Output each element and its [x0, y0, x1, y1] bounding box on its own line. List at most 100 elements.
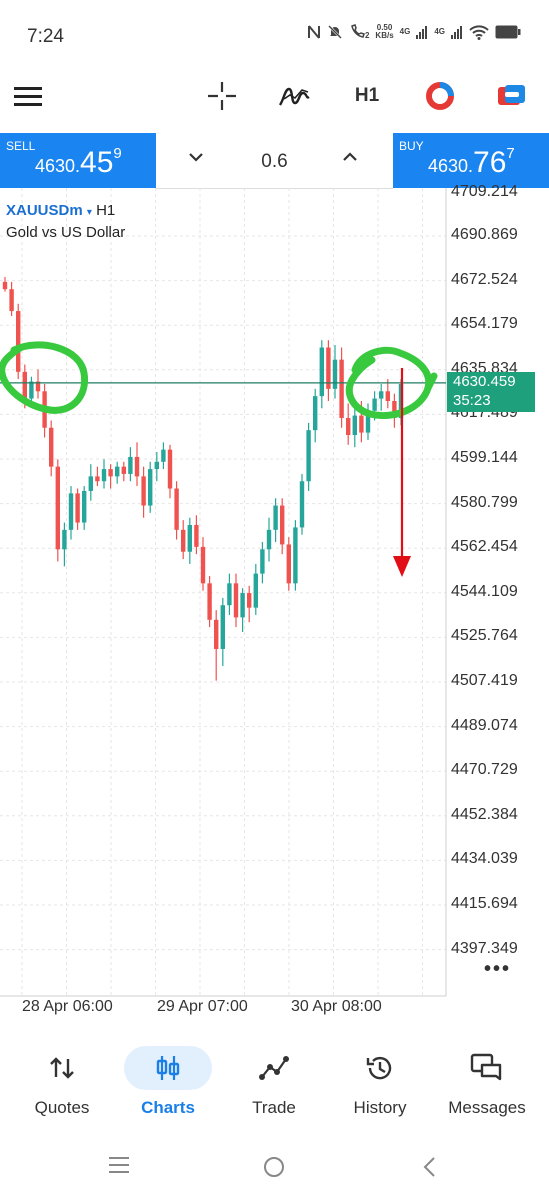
candle-body	[88, 476, 93, 491]
candle-body	[273, 505, 278, 530]
bar-countdown: 35:23	[453, 392, 491, 409]
trend-line-icon	[259, 1056, 289, 1080]
buy-button[interactable]: BUY 4630.767	[393, 133, 549, 188]
history-clock-icon	[366, 1056, 392, 1080]
status-time: 7:24	[27, 26, 64, 47]
quotes-arrows-icon	[50, 1057, 74, 1079]
candle-body	[134, 456, 140, 477]
sell-price: 4630.459	[35, 145, 122, 180]
candle-body	[332, 359, 338, 389]
nav-quotes[interactable]: Quotes	[7, 1040, 117, 1125]
candle-body	[75, 493, 80, 523]
candle-body	[108, 469, 113, 477]
chart-toolbar: H1	[0, 70, 549, 132]
candle-body	[174, 488, 179, 530]
candle-body	[101, 469, 107, 482]
crosshair-button[interactable]	[200, 70, 244, 122]
sim2-label: 4G	[434, 27, 445, 36]
candle-body	[200, 546, 206, 584]
nav-charts[interactable]: Charts	[113, 1040, 223, 1125]
candle-body	[167, 449, 173, 489]
price-axis-label: 4672.524	[451, 270, 518, 288]
chart-area[interactable]: XAUUSDm ▾ H1 Gold vs US Dollar 4709.214 …	[0, 183, 549, 1020]
crosshair-icon	[208, 82, 236, 110]
account-button[interactable]	[418, 70, 462, 122]
increase-lot-button[interactable]	[342, 147, 358, 168]
price-axis-label: 4507.419	[451, 672, 518, 689]
call-icon: 2	[349, 24, 369, 40]
menu-button[interactable]	[8, 70, 48, 122]
nav-label: Messages	[448, 1098, 526, 1117]
candle-body	[247, 593, 252, 608]
time-axis-label: 30 Apr 08:00	[291, 998, 382, 1015]
sim1-label: 4G	[399, 27, 411, 36]
candle-body	[121, 466, 126, 474]
indicators-button[interactable]	[272, 70, 316, 122]
buy-price-main: 4630.	[428, 156, 474, 176]
bottom-nav: Quotes Charts Trade History Messages	[0, 1040, 549, 1125]
candle-body	[359, 415, 364, 433]
candle-body	[154, 461, 159, 470]
candle-body	[49, 427, 54, 467]
candle-body	[220, 605, 225, 649]
symbol-header[interactable]: XAUUSDm ▾ H1	[6, 202, 115, 219]
buy-label: BUY	[399, 139, 424, 153]
candle-body	[286, 544, 291, 584]
wifi-icon	[469, 25, 489, 40]
nav-label: Quotes	[34, 1098, 90, 1117]
nav-trade[interactable]: Trade	[219, 1040, 329, 1125]
candle-body	[306, 430, 311, 482]
sell-label: SELL	[6, 139, 36, 153]
price-axis-label: 4489.074	[451, 716, 518, 734]
price-axis-label: 4397.349	[451, 939, 518, 957]
buy-price-sup: 7	[506, 145, 515, 162]
status-bar: 7:24 2 0.50 KB/s 4G 4G	[0, 0, 549, 70]
timeframe-button[interactable]: H1	[345, 70, 389, 122]
battery-icon	[495, 25, 521, 39]
nav-label: Trade	[252, 1098, 296, 1117]
chevron-up-icon	[343, 152, 357, 161]
status-icons: 2 0.50 KB/s 4G 4G	[307, 24, 521, 40]
candle-body	[22, 371, 27, 399]
current-price: 4630.459	[453, 373, 516, 390]
buy-price: 4630.767	[428, 145, 515, 180]
candle-body	[148, 469, 153, 506]
home-button[interactable]	[263, 1156, 285, 1183]
candle-body	[161, 449, 166, 462]
candle-body	[181, 529, 186, 552]
candle-body	[214, 619, 219, 649]
one-click-trading-button[interactable]	[490, 70, 534, 122]
price-axis-label: 4452.384	[451, 805, 518, 823]
signal-icon	[416, 26, 428, 39]
price-axis-label-top: 4709.214	[451, 183, 518, 200]
more-icon[interactable]: •••	[484, 958, 511, 981]
sell-price-big: 45	[80, 146, 114, 179]
candle-body	[187, 524, 192, 552]
buy-price-big: 76	[473, 146, 507, 179]
candle-body	[141, 476, 146, 506]
nav-history[interactable]: History	[325, 1040, 435, 1125]
candle-body	[62, 529, 67, 550]
price-axis-label: 4599.144	[451, 449, 518, 466]
candle-body	[128, 456, 133, 474]
back-button[interactable]	[422, 1156, 436, 1183]
candle-body	[260, 549, 265, 574]
candle-body	[16, 311, 21, 372]
net-speed: 0.50 KB/s	[375, 24, 393, 40]
candle-body	[319, 347, 324, 397]
candle-body	[240, 593, 245, 618]
candle-body	[253, 573, 258, 608]
candle-body	[346, 418, 351, 436]
timeframe-label: H1	[354, 85, 380, 106]
caret-down-icon: ▾	[86, 207, 92, 218]
price-axis-label: 4434.039	[451, 850, 518, 868]
annotation-arrow-head	[393, 556, 411, 577]
time-axis-label: 28 Apr 06:00	[22, 998, 113, 1015]
sell-button[interactable]: SELL 4630.459	[0, 133, 156, 188]
nav-messages[interactable]: Messages	[432, 1040, 542, 1125]
sell-price-sup: 9	[113, 145, 122, 162]
candle-body	[280, 505, 285, 545]
current-price-badge: 4630.459 35:23	[447, 372, 535, 412]
candle-body	[227, 583, 232, 606]
recents-button[interactable]	[108, 1156, 130, 1179]
